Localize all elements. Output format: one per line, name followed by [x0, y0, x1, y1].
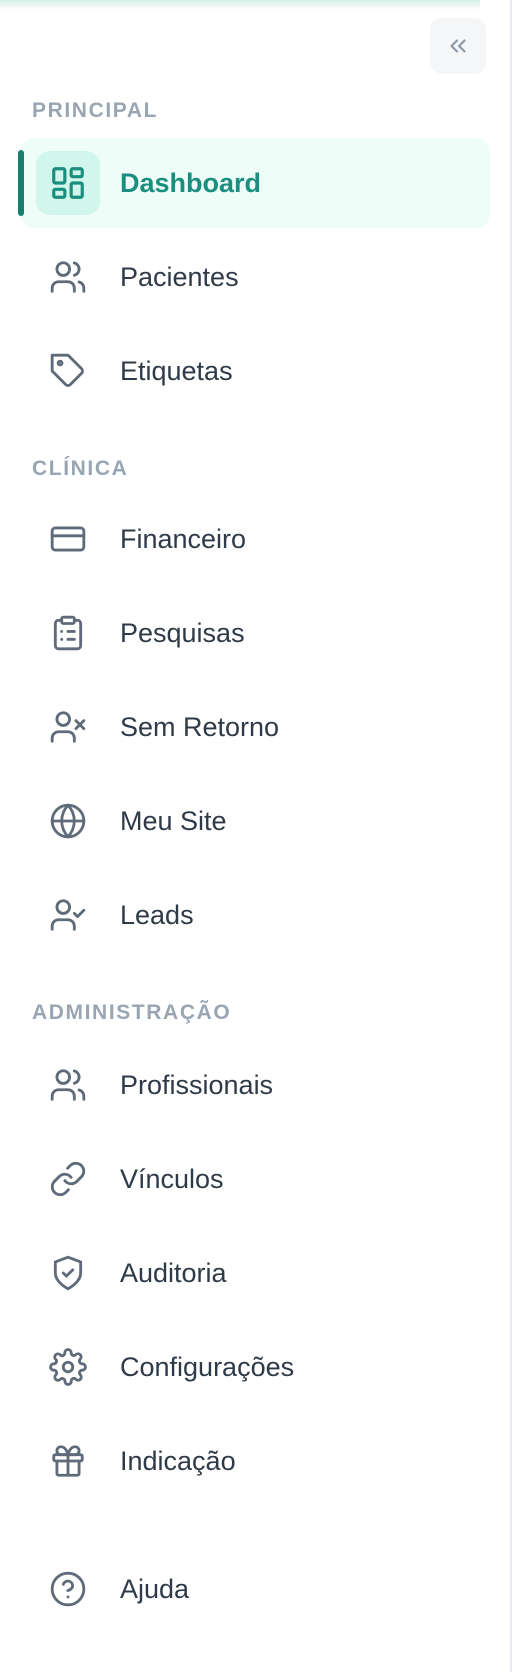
nav-label-pacientes: Pacientes: [120, 262, 239, 292]
nav-label-vinculos: Vínculos: [120, 1164, 224, 1194]
nav-item-indicacao[interactable]: Indicação: [20, 1416, 490, 1506]
link-icon: [36, 1147, 100, 1211]
nav-item-meu-site[interactable]: Meu Site: [20, 776, 490, 866]
globe-icon: [36, 789, 100, 853]
nav-item-auditoria[interactable]: Auditoria: [20, 1228, 490, 1318]
tag-icon: [36, 339, 100, 403]
nav-item-pacientes[interactable]: Pacientes: [20, 232, 490, 322]
nav-label-dashboard: Dashboard: [120, 168, 262, 198]
nav-label-financeiro: Financeiro: [120, 524, 247, 554]
nav-label-ajuda: Ajuda: [120, 1574, 190, 1604]
nav-label-sem-retorno: Sem Retorno: [120, 712, 280, 742]
nav-label-configuracoes: Configurações: [120, 1352, 295, 1382]
chevrons-left-icon: [450, 39, 466, 53]
nav-item-profissionais[interactable]: Profissionais: [20, 1040, 490, 1130]
help-circle-icon: [36, 1557, 100, 1621]
dashboard-grid-icon: [36, 151, 100, 215]
users-icon: [36, 245, 100, 309]
nav-label-meu-site: Meu Site: [120, 806, 227, 836]
active-indicator: [18, 150, 24, 216]
nav-item-ajuda[interactable]: Ajuda: [20, 1544, 490, 1634]
sidebar: PRINCIPAL Dashboard Pacientes Etiquetas: [0, 0, 512, 1672]
gift-icon: [36, 1429, 100, 1493]
section-label-clinica: CLÍNICA: [32, 457, 129, 480]
collapse-sidebar-button[interactable]: [430, 18, 486, 74]
top-shadow: [0, 0, 480, 10]
nav-item-dashboard[interactable]: Dashboard: [18, 138, 490, 228]
credit-card-icon: [36, 507, 100, 571]
nav-item-sem-retorno[interactable]: Sem Retorno: [20, 682, 490, 772]
section-label-administracao: ADMINISTRAÇÃO: [32, 1001, 232, 1024]
clipboard-list-icon: [36, 601, 100, 665]
section-label-principal: PRINCIPAL: [32, 99, 159, 122]
nav-label-profissionais: Profissionais: [120, 1070, 274, 1100]
nav-item-pesquisas[interactable]: Pesquisas: [20, 588, 490, 678]
nav-label-indicacao: Indicação: [120, 1446, 236, 1476]
nav-item-configuracoes[interactable]: Configurações: [20, 1322, 490, 1412]
nav-label-leads: Leads: [120, 900, 194, 930]
users-icon: [36, 1053, 100, 1117]
user-x-icon: [36, 695, 100, 759]
nav-item-etiquetas[interactable]: Etiquetas: [20, 326, 490, 416]
user-check-icon: [36, 883, 100, 947]
shield-check-icon: [36, 1241, 100, 1305]
nav-item-financeiro[interactable]: Financeiro: [20, 494, 490, 584]
gear-icon: [36, 1335, 100, 1399]
nav-item-leads[interactable]: Leads: [20, 870, 490, 960]
nav-label-etiquetas: Etiquetas: [120, 356, 233, 386]
nav-item-vinculos[interactable]: Vínculos: [20, 1134, 490, 1224]
nav-label-auditoria: Auditoria: [120, 1258, 227, 1288]
nav-label-pesquisas: Pesquisas: [120, 618, 245, 648]
